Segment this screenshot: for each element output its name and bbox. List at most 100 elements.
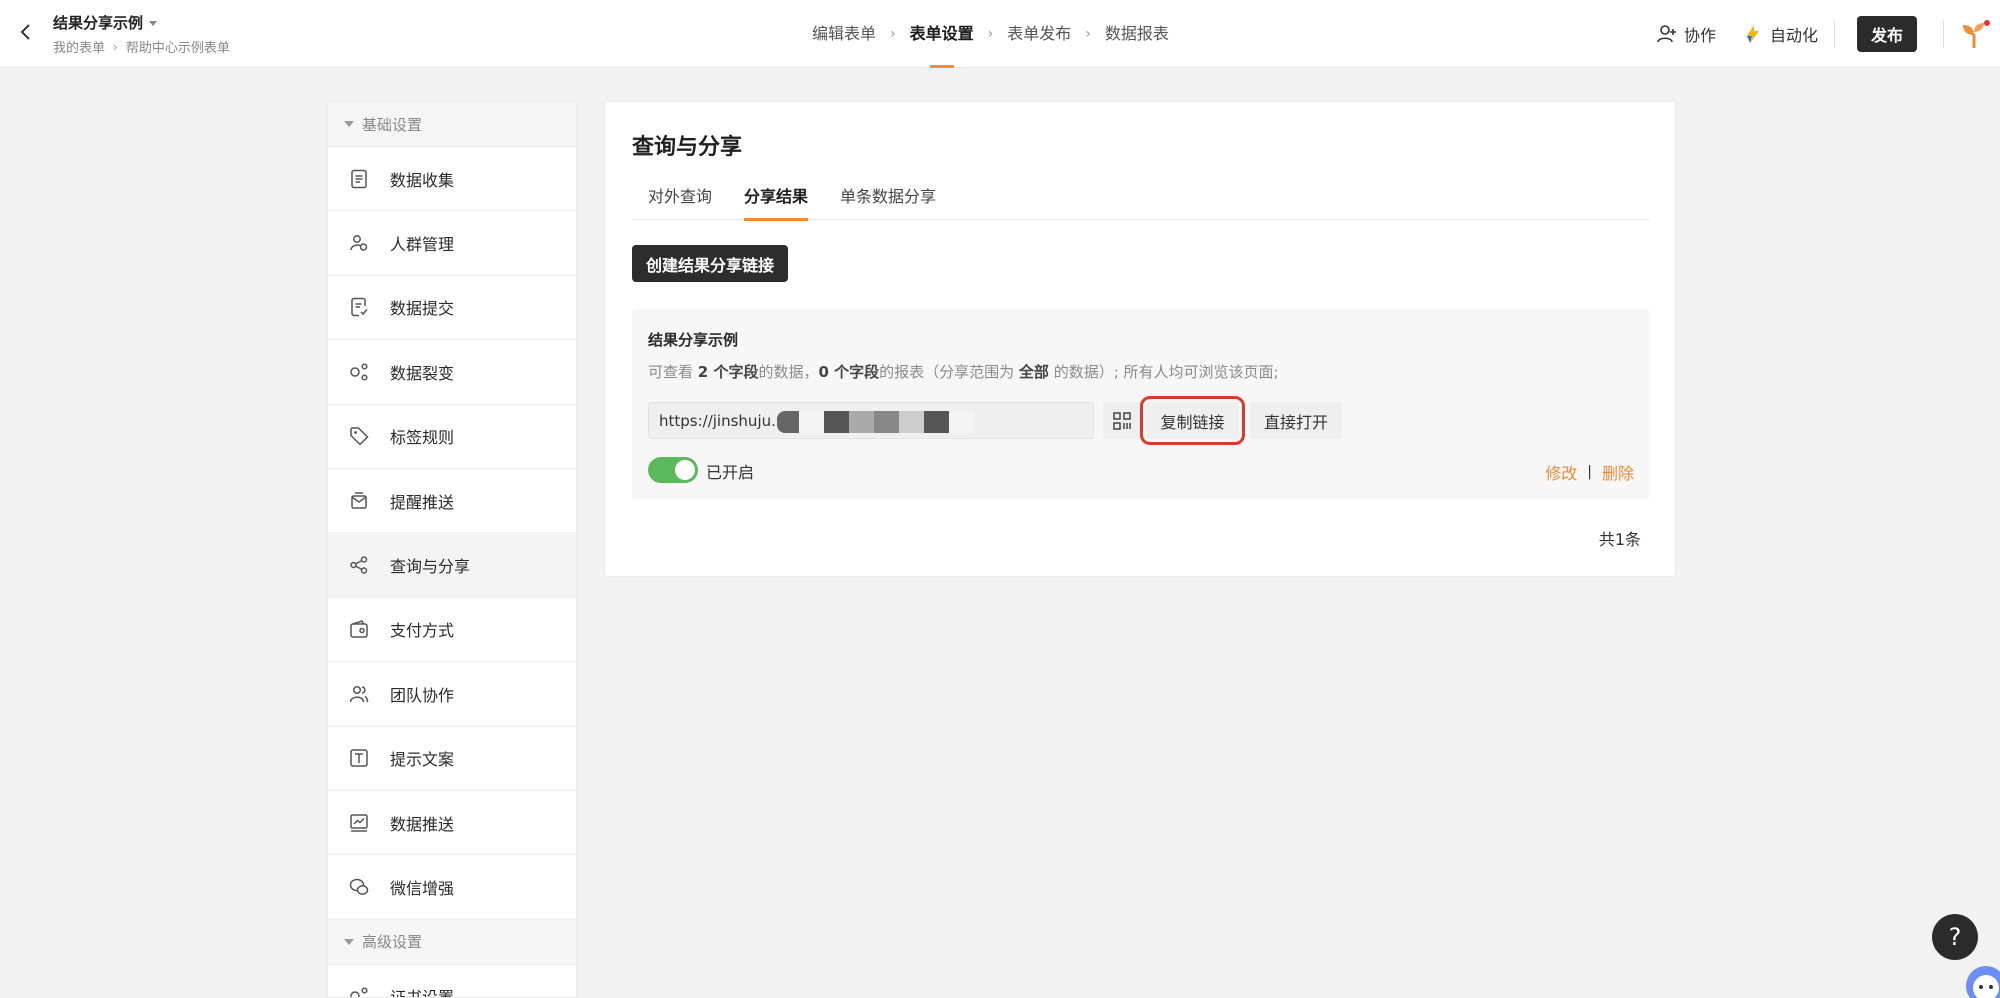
share-link-card: 结果分享示例 可查看 2 个字段的数据，0 个字段的报表（分享范围为 全部 的数… (632, 309, 1650, 499)
section-advanced-settings[interactable]: 高级设置 (328, 919, 576, 965)
tab-share-results[interactable]: 分享结果 (728, 182, 824, 221)
tab-single-record-share[interactable]: 单条数据分享 (824, 182, 952, 220)
chevron-right-icon: › (987, 26, 994, 42)
team-icon (348, 683, 370, 705)
action-divider: | (1587, 464, 1592, 480)
toggle-knob (675, 460, 695, 480)
top-bar: 结果分享示例 我的表单 › 帮助中心示例表单 编辑表单 › 表单设置 › 表单发… (0, 0, 2000, 68)
automation-icon (1746, 25, 1759, 43)
automation-button[interactable]: 自动化 (1742, 22, 1818, 46)
sidebar-item-prompt-text[interactable]: 提示文案 (328, 727, 576, 791)
collab-button[interactable]: 协作 (1656, 22, 1716, 46)
mascot-avatar-icon[interactable] (1966, 966, 2000, 998)
section-label: 基础设置 (362, 115, 423, 134)
share-enabled-toggle[interactable] (648, 457, 698, 483)
sidebar-item-wechat[interactable]: 微信增强 (328, 855, 576, 920)
form-title[interactable]: 结果分享示例 (53, 12, 158, 33)
back-arrow-icon[interactable] (16, 20, 36, 44)
desc-scope: 全部 (1018, 363, 1049, 381)
tab-external-query[interactable]: 对外查询 (632, 182, 728, 220)
text-icon (348, 747, 370, 769)
divider (1834, 20, 1835, 48)
sidebar-item-data-push[interactable]: 数据推送 (328, 791, 576, 856)
sidebar-item-label: 人群管理 (390, 235, 455, 255)
header-tools: 协作 自动化 发布 (1656, 0, 2000, 68)
document-icon (348, 168, 370, 190)
breadcrumb: 我的表单 › 帮助中心示例表单 (53, 37, 230, 57)
collab-label: 协作 (1683, 26, 1716, 45)
page-title: 查询与分享 (632, 135, 743, 160)
sidebar-item-data-fission[interactable]: 数据裂变 (328, 340, 576, 405)
desc-mid-1: 的数据， (758, 363, 819, 381)
qrcode-icon (1112, 411, 1131, 430)
share-link-description: 可查看 2 个字段的数据，0 个字段的报表（分享范围为 全部 的数据）; 所有人… (648, 361, 1279, 382)
tag-icon (348, 425, 370, 447)
form-title-text: 结果分享示例 (53, 14, 144, 32)
share-tabs: 对外查询 分享结果 单条数据分享 (632, 182, 1650, 221)
create-share-link-button[interactable]: 创建结果分享链接 (632, 245, 789, 282)
step-form-settings[interactable]: 表单设置 (910, 0, 974, 68)
chevron-right-icon: › (1085, 26, 1091, 42)
desc-suffix: 的数据）; 所有人均可浏览该页面; (1048, 363, 1279, 381)
sidebar-item-label: 证书设置 (390, 988, 455, 998)
sidebar-item-data-submit[interactable]: 数据提交 (328, 276, 576, 341)
share-url-field[interactable]: https://jinshuju. (648, 402, 1094, 439)
publish-button[interactable]: 发布 (1857, 16, 1917, 52)
desc-mid-2: 的报表（分享范围为 (879, 363, 1019, 381)
sidebar-item-team-collab[interactable]: 团队协作 (328, 662, 576, 727)
fission-icon (348, 361, 370, 383)
sidebar-item-label: 数据提交 (390, 299, 455, 319)
user-group-icon (348, 232, 370, 254)
desc-prefix: 可查看 (648, 363, 698, 381)
automation-label: 自动化 (1769, 26, 1818, 45)
sidebar-item-label: 数据裂变 (390, 363, 455, 383)
sidebar-item-label: 团队协作 (390, 685, 455, 705)
breadcrumb-my-forms[interactable]: 我的表单 (53, 37, 105, 56)
certificate-icon (348, 985, 370, 997)
qrcode-button[interactable] (1103, 402, 1140, 439)
step-form-publish[interactable]: 表单发布 (1007, 0, 1071, 68)
chart-icon (348, 812, 370, 834)
sidebar-item-tag-rules[interactable]: 标签规则 (328, 405, 576, 469)
sidebar-item-label: 数据收集 (390, 170, 455, 190)
app-logo[interactable] (1958, 18, 1990, 50)
section-label: 高级设置 (362, 933, 423, 952)
sidebar-item-label: 标签规则 (390, 428, 455, 448)
copy-link-button[interactable]: 复制链接 (1140, 396, 1245, 445)
chevron-down-icon (149, 21, 158, 26)
sidebar-item-user-groups[interactable]: 人群管理 (328, 211, 576, 276)
toggle-status-label: 已开启 (706, 463, 755, 482)
divider (1943, 20, 1944, 48)
sidebar-item-certificate[interactable]: 证书设置 (328, 965, 576, 998)
step-edit-form[interactable]: 编辑表单 (812, 0, 876, 68)
notify-icon (348, 490, 370, 512)
share-icon (348, 554, 370, 576)
breadcrumb-help-center[interactable]: 帮助中心示例表单 (126, 37, 230, 56)
edit-link[interactable]: 修改 (1545, 460, 1577, 484)
query-share-panel: 查询与分享 对外查询 分享结果 单条数据分享 创建结果分享链接 结果分享示例 可… (604, 101, 1676, 577)
sidebar-item-data-collection[interactable]: 数据收集 (328, 147, 576, 212)
sidebar-item-label: 提醒推送 (390, 492, 455, 512)
desc-field-count: 2 个字段 (697, 363, 759, 381)
share-actions: 修改 | 删除 (1545, 460, 1634, 484)
open-link-button[interactable]: 直接打开 (1250, 402, 1342, 439)
sidebar-item-payment[interactable]: 支付方式 (328, 598, 576, 663)
section-basic-settings[interactable]: 基础设置 (328, 102, 576, 147)
submit-icon (348, 296, 370, 318)
delete-link[interactable]: 删除 (1602, 460, 1634, 484)
share-link-name: 结果分享示例 (648, 331, 739, 349)
sidebar-item-label: 提示文案 (390, 750, 455, 770)
wallet-icon (348, 618, 370, 640)
sidebar-item-label: 数据推送 (390, 814, 455, 834)
desc-report-count: 0 个字段 (818, 363, 880, 381)
sidebar-item-label: 微信增强 (390, 878, 455, 898)
settings-sidebar: 基础设置 数据收集 人群管理 数据提交 数据裂变 标签规则 提醒推送 查询与分享… (327, 101, 577, 998)
sidebar-item-label: 查询与分享 (390, 557, 471, 577)
help-button[interactable]: ? (1932, 914, 1978, 960)
sidebar-item-query-share[interactable]: 查询与分享 (328, 533, 576, 598)
total-count: 共1条 (1598, 530, 1641, 549)
step-nav: 编辑表单 › 表单设置 › 表单发布 › 数据报表 (812, 0, 1169, 68)
sidebar-item-reminder-push[interactable]: 提醒推送 (328, 469, 576, 534)
triangle-down-icon (344, 938, 354, 945)
step-data-report[interactable]: 数据报表 (1105, 0, 1169, 68)
